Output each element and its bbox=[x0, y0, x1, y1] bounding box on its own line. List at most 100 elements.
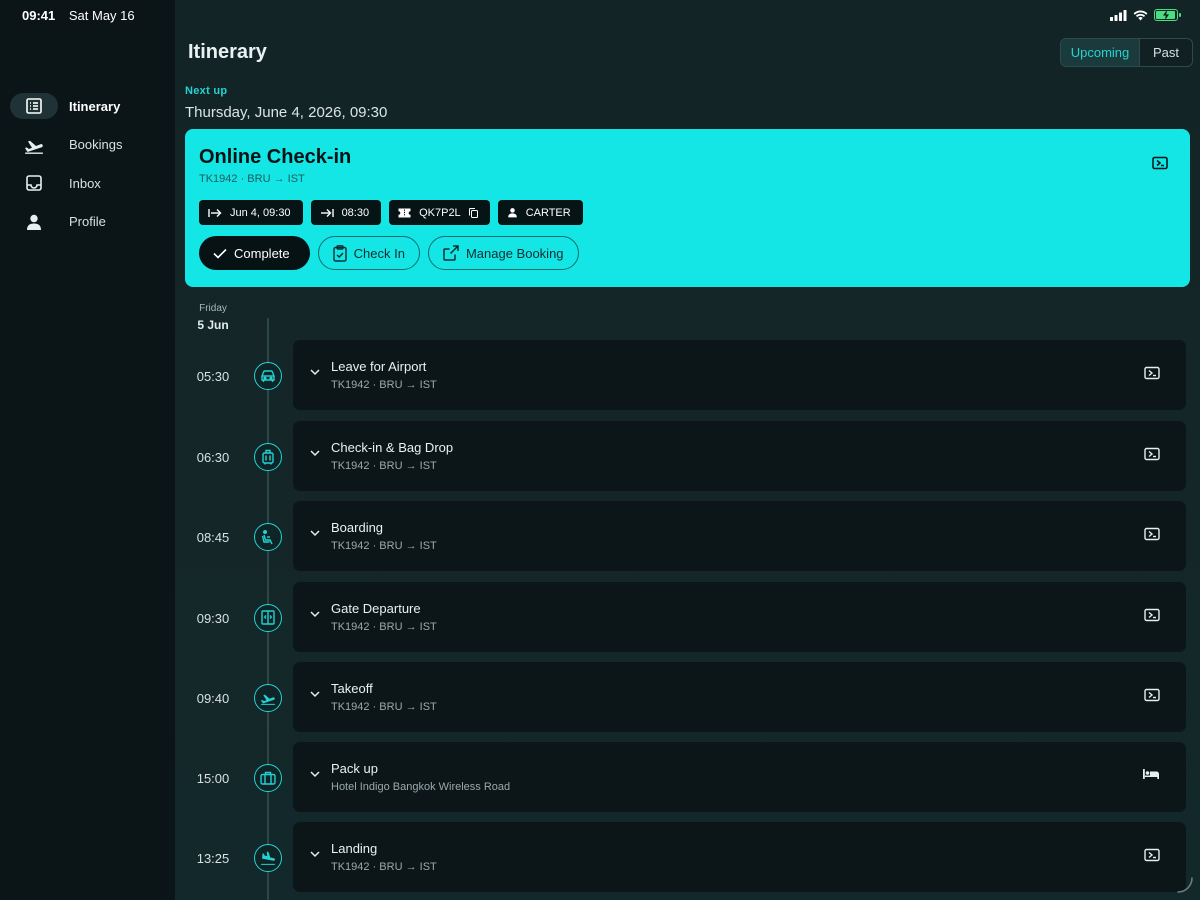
ticket-icon[interactable] bbox=[1144, 527, 1160, 541]
event-subtitle: TK1942 · BRU → IST bbox=[331, 861, 437, 873]
ticket-icon[interactable] bbox=[1144, 608, 1160, 622]
timeline-event-landing: 13:25 Landing TK1942 · BRU → IST bbox=[175, 822, 1200, 892]
event-card[interactable]: Check-in & Bag Drop TK1942 · BRU → IST bbox=[293, 420, 1186, 491]
timeline-event-gate-departure: 09:30 Gate Departure TK1942 · BRU → IST bbox=[175, 581, 1200, 652]
next-up-label: Next up bbox=[185, 85, 228, 97]
sidebar-item-profile[interactable]: Profile bbox=[10, 208, 165, 236]
ticket-icon[interactable] bbox=[1144, 848, 1160, 862]
inbox-icon bbox=[24, 173, 44, 193]
event-title: Boarding bbox=[331, 520, 384, 535]
timeline-event-takeoff: 09:40 Takeoff TK1942 · BRU → IST bbox=[175, 661, 1200, 732]
complete-button-label: Complete bbox=[234, 245, 290, 261]
chevron-down-icon[interactable] bbox=[310, 449, 320, 457]
event-card[interactable]: Pack up Hotel Indigo Bangkok Wireless Ro… bbox=[293, 742, 1186, 812]
event-title: Gate Departure bbox=[331, 600, 421, 616]
clipboard-check-icon bbox=[332, 244, 347, 262]
next-up-card[interactable]: Online Check-in TK1942 · BRU → IST Jun 4… bbox=[185, 129, 1190, 287]
next-up-card-title: Online Check-in bbox=[199, 146, 352, 168]
status-bar: 09:41 Sat May 16 bbox=[0, 0, 1200, 30]
sidebar-item-itinerary[interactable]: Itinerary bbox=[10, 92, 165, 120]
car-icon bbox=[261, 370, 275, 382]
list-icon bbox=[10, 93, 58, 119]
event-subtitle: TK1942 · BRU → IST bbox=[331, 700, 437, 713]
event-card[interactable]: Boarding TK1942 · BRU → IST bbox=[293, 501, 1186, 571]
chevron-down-icon[interactable] bbox=[310, 369, 320, 376]
complete-button[interactable]: Complete bbox=[199, 236, 310, 270]
chevron-down-icon[interactable] bbox=[310, 610, 320, 618]
resize-handle-icon[interactable] bbox=[1174, 874, 1194, 894]
event-subtitle: TK1942 · BRU → IST bbox=[331, 540, 437, 552]
chip-start: Jun 4, 09:30 bbox=[199, 200, 303, 225]
event-card[interactable]: Landing TK1942 · BRU → IST bbox=[293, 822, 1186, 892]
segment-upcoming[interactable]: Upcoming bbox=[1061, 39, 1140, 66]
event-time: 09:40 bbox=[196, 690, 230, 706]
sidebar-item-label: Itinerary bbox=[69, 98, 121, 114]
chevron-down-icon[interactable] bbox=[310, 690, 320, 698]
check-in-button-label: Check In bbox=[353, 245, 405, 261]
battery-icon bbox=[1154, 9, 1181, 21]
event-node bbox=[254, 603, 282, 632]
checkmark-icon bbox=[213, 248, 227, 259]
bed-icon[interactable] bbox=[1142, 768, 1160, 780]
chip-booking-ref-text: QK7P2L bbox=[419, 206, 461, 219]
event-subtitle: TK1942 · BRU → IST bbox=[331, 379, 437, 391]
sidebar-nav: Itinerary Bookings Inbox Profile bbox=[10, 92, 165, 246]
event-card[interactable]: Gate Departure TK1942 · BRU → IST bbox=[293, 581, 1186, 652]
event-node bbox=[254, 523, 282, 551]
next-up-actions: Complete Check In Manage Booking bbox=[199, 236, 579, 270]
ticket-icon[interactable] bbox=[1144, 688, 1160, 702]
event-title: Pack up bbox=[331, 761, 378, 776]
manage-booking-button[interactable]: Manage Booking bbox=[427, 236, 579, 270]
luggage-icon bbox=[262, 449, 274, 464]
timeline-event-check-in-bag-drop: 06:30 Check-in & Bag Drop TK1942 · BRU →… bbox=[175, 420, 1200, 491]
event-title: Check-in & Bag Drop bbox=[331, 439, 454, 455]
event-title: Landing bbox=[331, 841, 378, 856]
timeline-event-boarding: 08:45 Boarding TK1942 · BRU → IST bbox=[175, 501, 1200, 571]
wifi-icon bbox=[1133, 10, 1148, 20]
chip-end-text: 08:30 bbox=[341, 206, 370, 219]
chevron-down-icon[interactable] bbox=[310, 771, 320, 778]
seat-icon bbox=[261, 529, 273, 544]
event-subtitle: Hotel Indigo Bangkok Wireless Road bbox=[331, 781, 511, 793]
event-node bbox=[254, 844, 282, 872]
chip-passenger-text: CARTER bbox=[525, 206, 571, 219]
upcoming-past-toggle: Upcoming Past bbox=[1060, 38, 1193, 67]
status-date: Sat May 16 bbox=[68, 7, 135, 23]
event-card[interactable]: Leave for Airport TK1942 · BRU → IST bbox=[293, 340, 1186, 410]
chevron-down-icon[interactable] bbox=[310, 851, 320, 858]
ticket-icon[interactable] bbox=[1144, 366, 1160, 380]
status-time: 09:41 bbox=[22, 7, 56, 23]
main-content: Itinerary Upcoming Past Next up Thursday… bbox=[175, 0, 1200, 900]
timeline-event-leave-for-airport: 05:30 Leave for Airport TK1942 · BRU → I… bbox=[175, 340, 1200, 410]
event-node bbox=[254, 442, 282, 471]
chip-booking-ref[interactable]: QK7P2L bbox=[389, 200, 490, 225]
event-title: Takeoff bbox=[331, 680, 373, 696]
manage-booking-button-label: Manage Booking bbox=[465, 245, 564, 261]
event-card[interactable]: Takeoff TK1942 · BRU → IST bbox=[293, 661, 1186, 732]
external-link-icon bbox=[443, 245, 459, 261]
ticket-icon[interactable] bbox=[1144, 447, 1160, 461]
plane-takeoff-icon bbox=[261, 694, 275, 705]
chip-passenger: CARTER bbox=[497, 200, 583, 225]
ticket-icon[interactable] bbox=[1152, 156, 1168, 175]
segment-past[interactable]: Past bbox=[1140, 39, 1192, 66]
event-time: 15:00 bbox=[196, 771, 230, 786]
sidebar-item-inbox[interactable]: Inbox bbox=[10, 169, 165, 197]
check-in-button[interactable]: Check In bbox=[317, 236, 420, 270]
copy-icon[interactable] bbox=[468, 207, 478, 218]
plane-landing-icon bbox=[261, 851, 275, 865]
chip-start-text: Jun 4, 09:30 bbox=[230, 206, 291, 219]
chevron-down-icon[interactable] bbox=[310, 530, 320, 537]
flight-info-chips: Jun 4, 09:30 08:30 QK7P2L CARTER bbox=[199, 200, 583, 225]
person-icon bbox=[507, 208, 517, 218]
status-left: 09:41 Sat May 16 bbox=[22, 8, 145, 23]
event-title: Leave for Airport bbox=[331, 359, 427, 374]
sidebar-item-bookings[interactable]: Bookings bbox=[10, 131, 165, 159]
event-subtitle: TK1942 · BRU → IST bbox=[331, 620, 437, 633]
gate-icon bbox=[261, 610, 275, 625]
event-time: 08:45 bbox=[196, 530, 230, 545]
page-title: Itinerary bbox=[188, 41, 267, 63]
suitcase-icon bbox=[260, 771, 276, 785]
event-time: 09:30 bbox=[196, 610, 230, 626]
plane-departure-icon bbox=[24, 135, 44, 155]
